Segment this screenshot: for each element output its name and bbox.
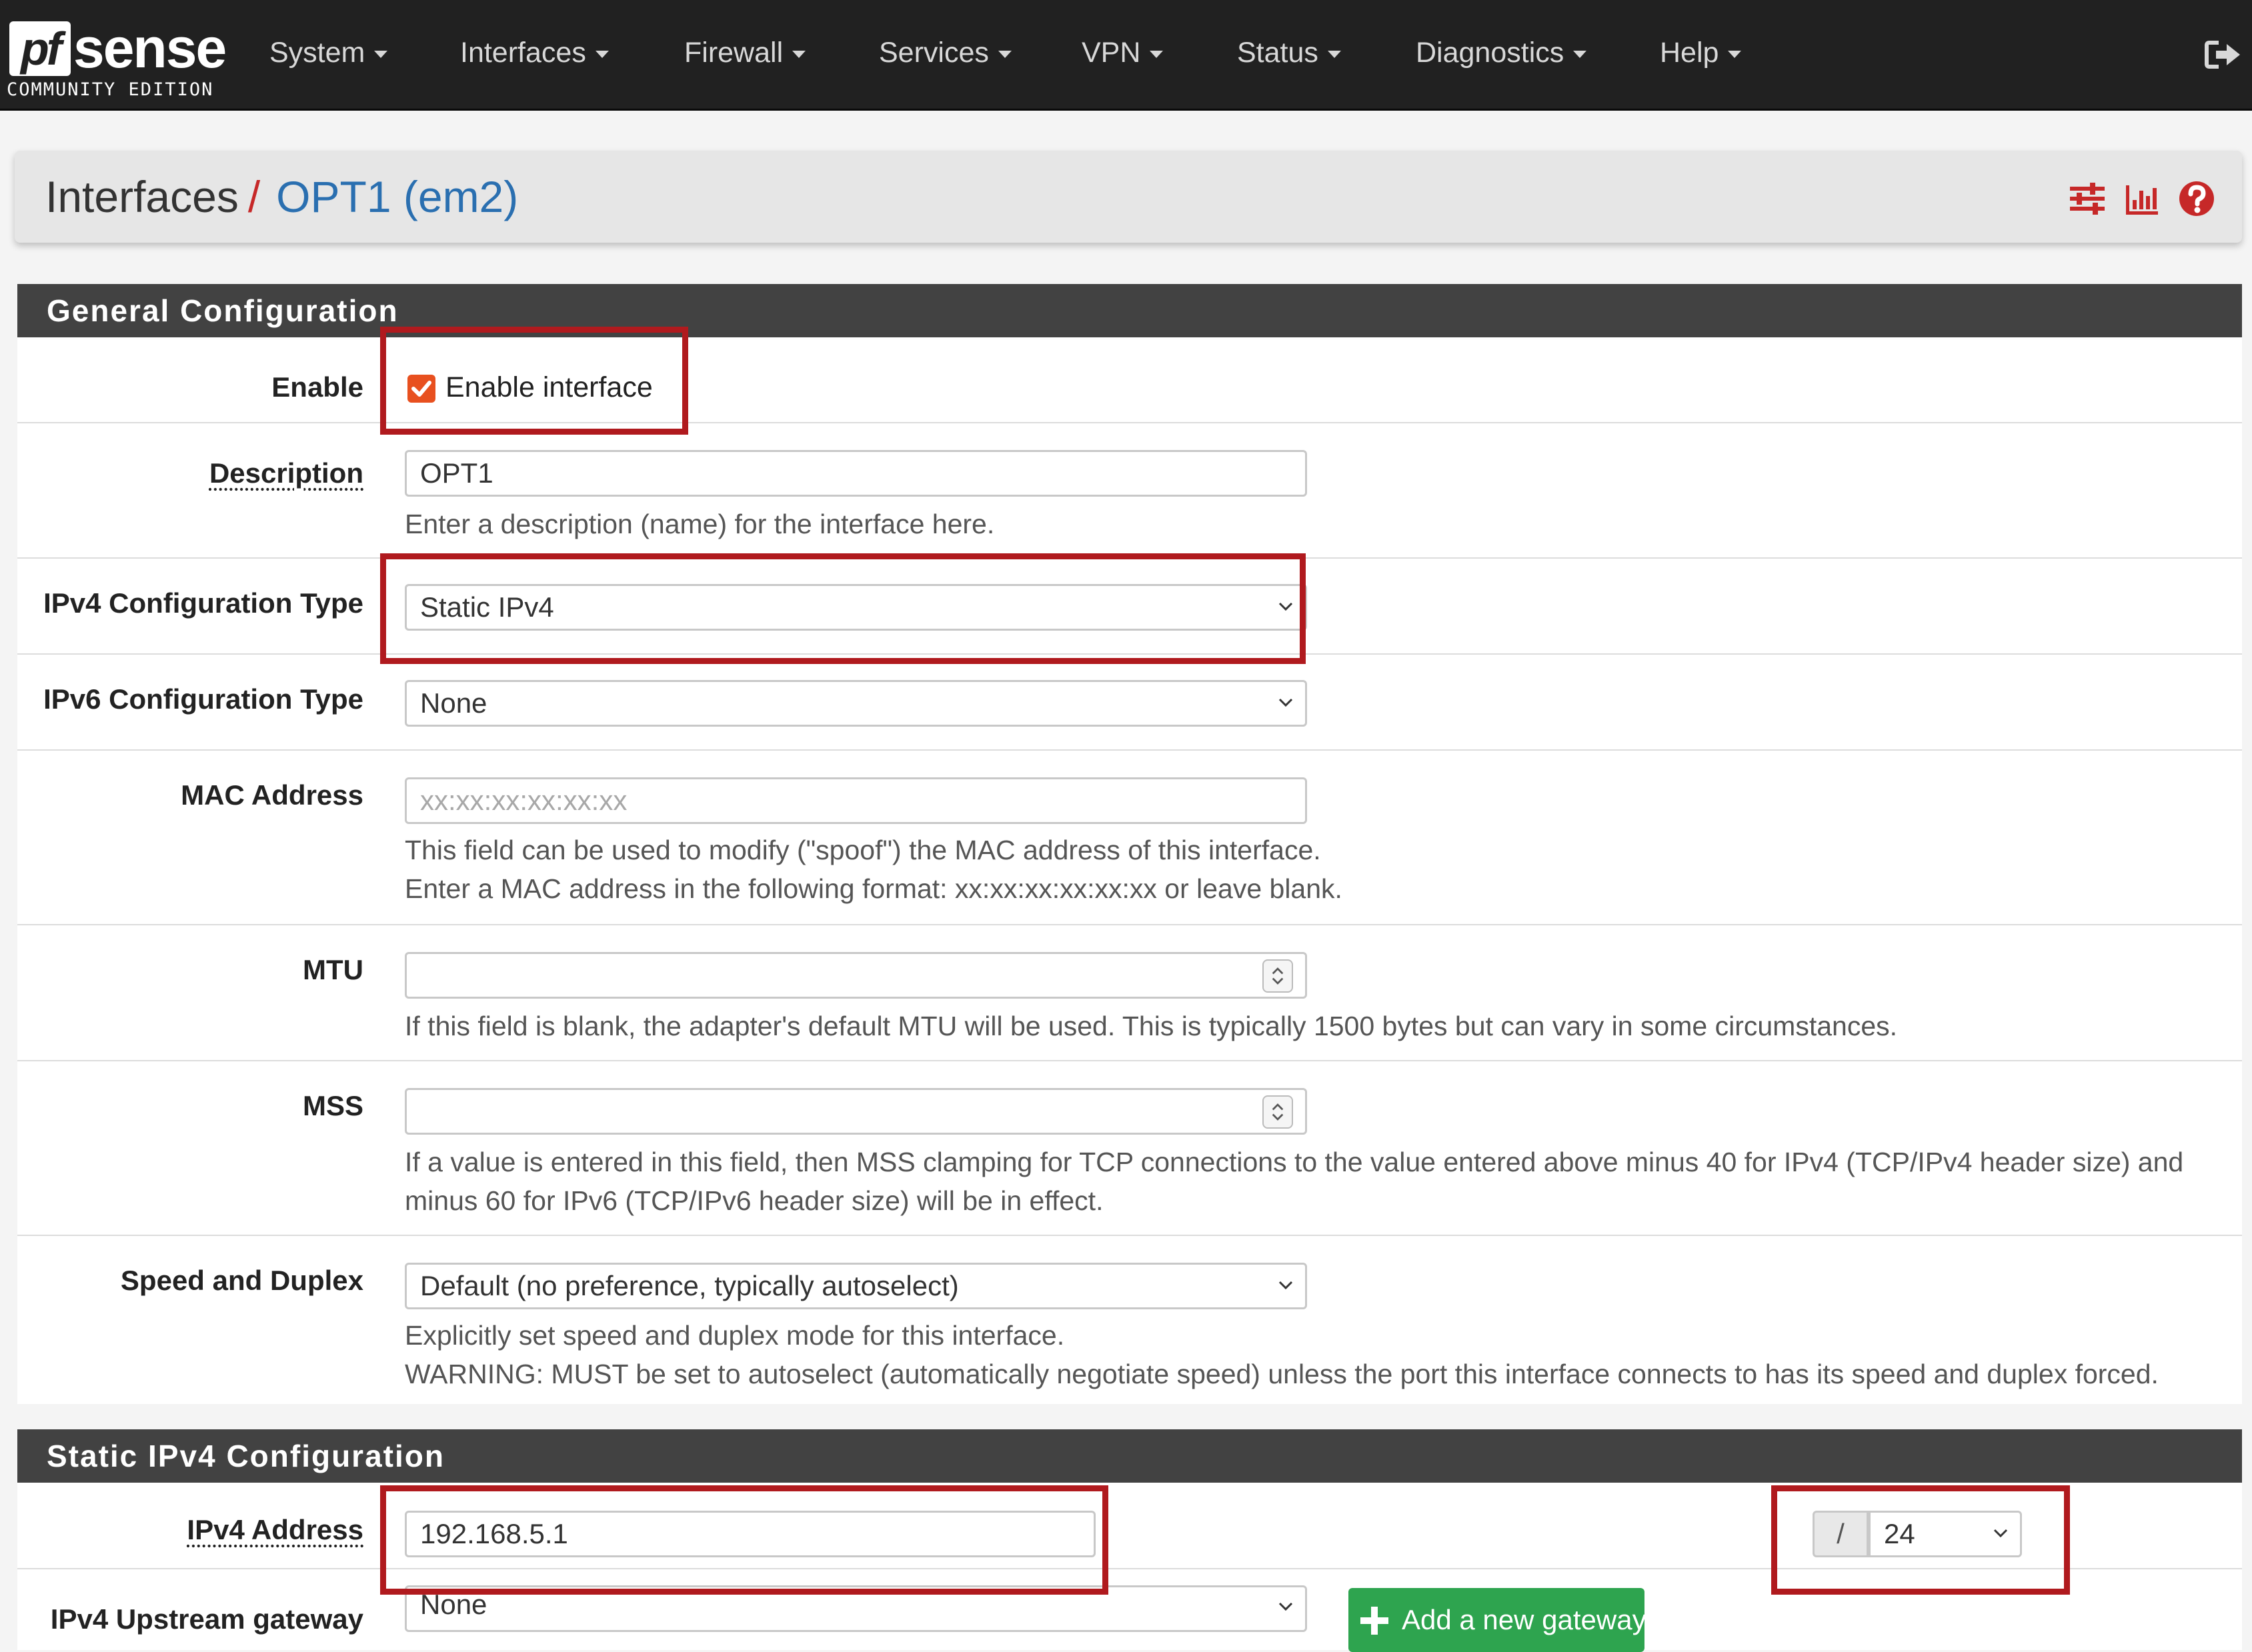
mac-label: MAC Address bbox=[181, 779, 363, 811]
logo-pf: pf bbox=[9, 21, 71, 76]
ipv6-type-row: IPv6 Configuration Type None bbox=[17, 653, 2242, 749]
add-gateway-button[interactable]: Add a new gateway bbox=[1348, 1588, 1646, 1652]
help-circle-icon[interactable] bbox=[2178, 180, 2215, 217]
nav-services-label: Services bbox=[879, 37, 989, 69]
mac-help-1: This field can be used to modify ("spoof… bbox=[405, 835, 1321, 865]
bar-chart-icon[interactable] bbox=[2123, 180, 2161, 217]
nav-status-label: Status bbox=[1237, 37, 1318, 69]
ipv4-type-label: IPv4 Configuration Type bbox=[43, 587, 363, 619]
mss-input[interactable] bbox=[405, 1088, 1307, 1135]
speed-label: Speed and Duplex bbox=[120, 1265, 363, 1296]
enable-label: Enable bbox=[271, 371, 363, 403]
caret-down-icon bbox=[1327, 51, 1341, 59]
ipv4-address-label: IPv4 Address bbox=[187, 1514, 363, 1545]
highlight-cidr bbox=[1771, 1485, 2070, 1595]
mss-help-2: minus 60 for IPv6 (TCP/IPv6 header size)… bbox=[405, 1185, 1104, 1216]
chevron-down-icon bbox=[1278, 698, 1293, 707]
logout-icon[interactable] bbox=[2204, 39, 2243, 71]
add-gateway-label: Add a new gateway bbox=[1402, 1604, 1646, 1635]
ipv6-type-value: None bbox=[420, 687, 487, 719]
nav-interfaces[interactable]: Interfaces bbox=[460, 36, 609, 69]
ipv6-type-label: IPv6 Configuration Type bbox=[43, 683, 363, 715]
speed-select[interactable]: Default (no preference, typically autose… bbox=[405, 1263, 1307, 1309]
nav-interfaces-label: Interfaces bbox=[460, 37, 586, 69]
description-input[interactable]: OPT1 bbox=[405, 450, 1307, 497]
mac-input[interactable]: xx:xx:xx:xx:xx:xx bbox=[405, 777, 1307, 824]
caret-down-icon bbox=[792, 51, 806, 59]
speed-help-1: Explicitly set speed and duplex mode for… bbox=[405, 1320, 1065, 1351]
general-configuration-header: General Configuration bbox=[17, 284, 2242, 337]
nav-status[interactable]: Status bbox=[1237, 36, 1341, 69]
nav-firewall[interactable]: Firewall bbox=[684, 36, 806, 69]
chevron-down-icon bbox=[1278, 1281, 1293, 1290]
speed-value: Default (no preference, typically autose… bbox=[420, 1270, 959, 1301]
mac-help-2: Enter a MAC address in the following for… bbox=[405, 873, 1342, 904]
mtu-input[interactable] bbox=[405, 952, 1307, 999]
nav-vpn[interactable]: VPN bbox=[1082, 36, 1164, 69]
nav-system[interactable]: System bbox=[269, 36, 388, 69]
logo-edition: COMMUNITY EDITION bbox=[7, 79, 214, 100]
nav-services[interactable]: Services bbox=[879, 36, 1012, 69]
highlight-ipv4-type bbox=[380, 553, 1306, 664]
static-ipv4-header: Static IPv4 Configuration bbox=[17, 1429, 2242, 1483]
general-configuration-panel: Enable Enable interface Description OPT1… bbox=[17, 337, 2242, 1404]
number-spinner-icon[interactable] bbox=[1262, 1095, 1293, 1129]
caret-down-icon bbox=[998, 51, 1012, 59]
breadcrumb: Interfaces / OPT1 (em2) bbox=[15, 151, 2242, 243]
caret-down-icon bbox=[1573, 51, 1587, 59]
mac-row: MAC Address xx:xx:xx:xx:xx:xx This field… bbox=[17, 749, 2242, 924]
enable-row: Enable Enable interface bbox=[17, 337, 2242, 422]
nav-diagnostics-label: Diagnostics bbox=[1416, 37, 1564, 69]
highlight-enable bbox=[380, 327, 688, 435]
caret-down-icon bbox=[1150, 51, 1164, 59]
number-spinner-icon[interactable] bbox=[1262, 959, 1293, 993]
breadcrumb-current[interactable]: OPT1 (em2) bbox=[276, 172, 518, 221]
pfsense-logo[interactable]: pf sense COMMUNITY EDITION bbox=[7, 17, 227, 101]
caret-down-icon bbox=[1728, 51, 1742, 59]
mtu-help: If this field is blank, the adapter's de… bbox=[405, 1011, 1898, 1041]
breadcrumb-separator: / bbox=[247, 172, 261, 221]
nav-system-label: System bbox=[269, 37, 365, 69]
description-row: Description OPT1 Enter a description (na… bbox=[17, 422, 2242, 557]
logo-sense: sense bbox=[73, 17, 227, 79]
top-navbar: pf sense COMMUNITY EDITION System Interf… bbox=[0, 0, 2252, 111]
description-label: Description bbox=[209, 457, 363, 489]
mss-label: MSS bbox=[302, 1090, 363, 1121]
speed-row: Speed and Duplex Default (no preference,… bbox=[17, 1235, 2242, 1404]
sliders-icon[interactable] bbox=[2069, 180, 2106, 217]
ipv6-type-select[interactable]: None bbox=[405, 680, 1307, 727]
nav-help-label: Help bbox=[1660, 37, 1719, 69]
mtu-label: MTU bbox=[303, 954, 363, 985]
chevron-down-icon bbox=[1278, 1602, 1293, 1611]
breadcrumb-parent[interactable]: Interfaces bbox=[45, 172, 239, 221]
caret-down-icon bbox=[595, 51, 609, 59]
nav-vpn-label: VPN bbox=[1082, 37, 1141, 69]
ipv4-gateway-label: IPv4 Upstream gateway bbox=[50, 1603, 363, 1635]
nav-diagnostics[interactable]: Diagnostics bbox=[1416, 36, 1587, 69]
nav-firewall-label: Firewall bbox=[684, 37, 784, 69]
mtu-row: MTU If this field is blank, the adapter'… bbox=[17, 924, 2242, 1060]
nav-help[interactable]: Help bbox=[1660, 36, 1742, 69]
highlight-ipv4-address bbox=[380, 1485, 1108, 1595]
caret-down-icon bbox=[374, 51, 388, 59]
description-help: Enter a description (name) for the inter… bbox=[405, 509, 995, 539]
plus-icon bbox=[1360, 1607, 1388, 1635]
speed-help-2: WARNING: MUST be set to autoselect (auto… bbox=[405, 1359, 2159, 1389]
mss-row: MSS If a value is entered in this field,… bbox=[17, 1060, 2242, 1235]
mss-help-1: If a value is entered in this field, the… bbox=[405, 1147, 2184, 1177]
